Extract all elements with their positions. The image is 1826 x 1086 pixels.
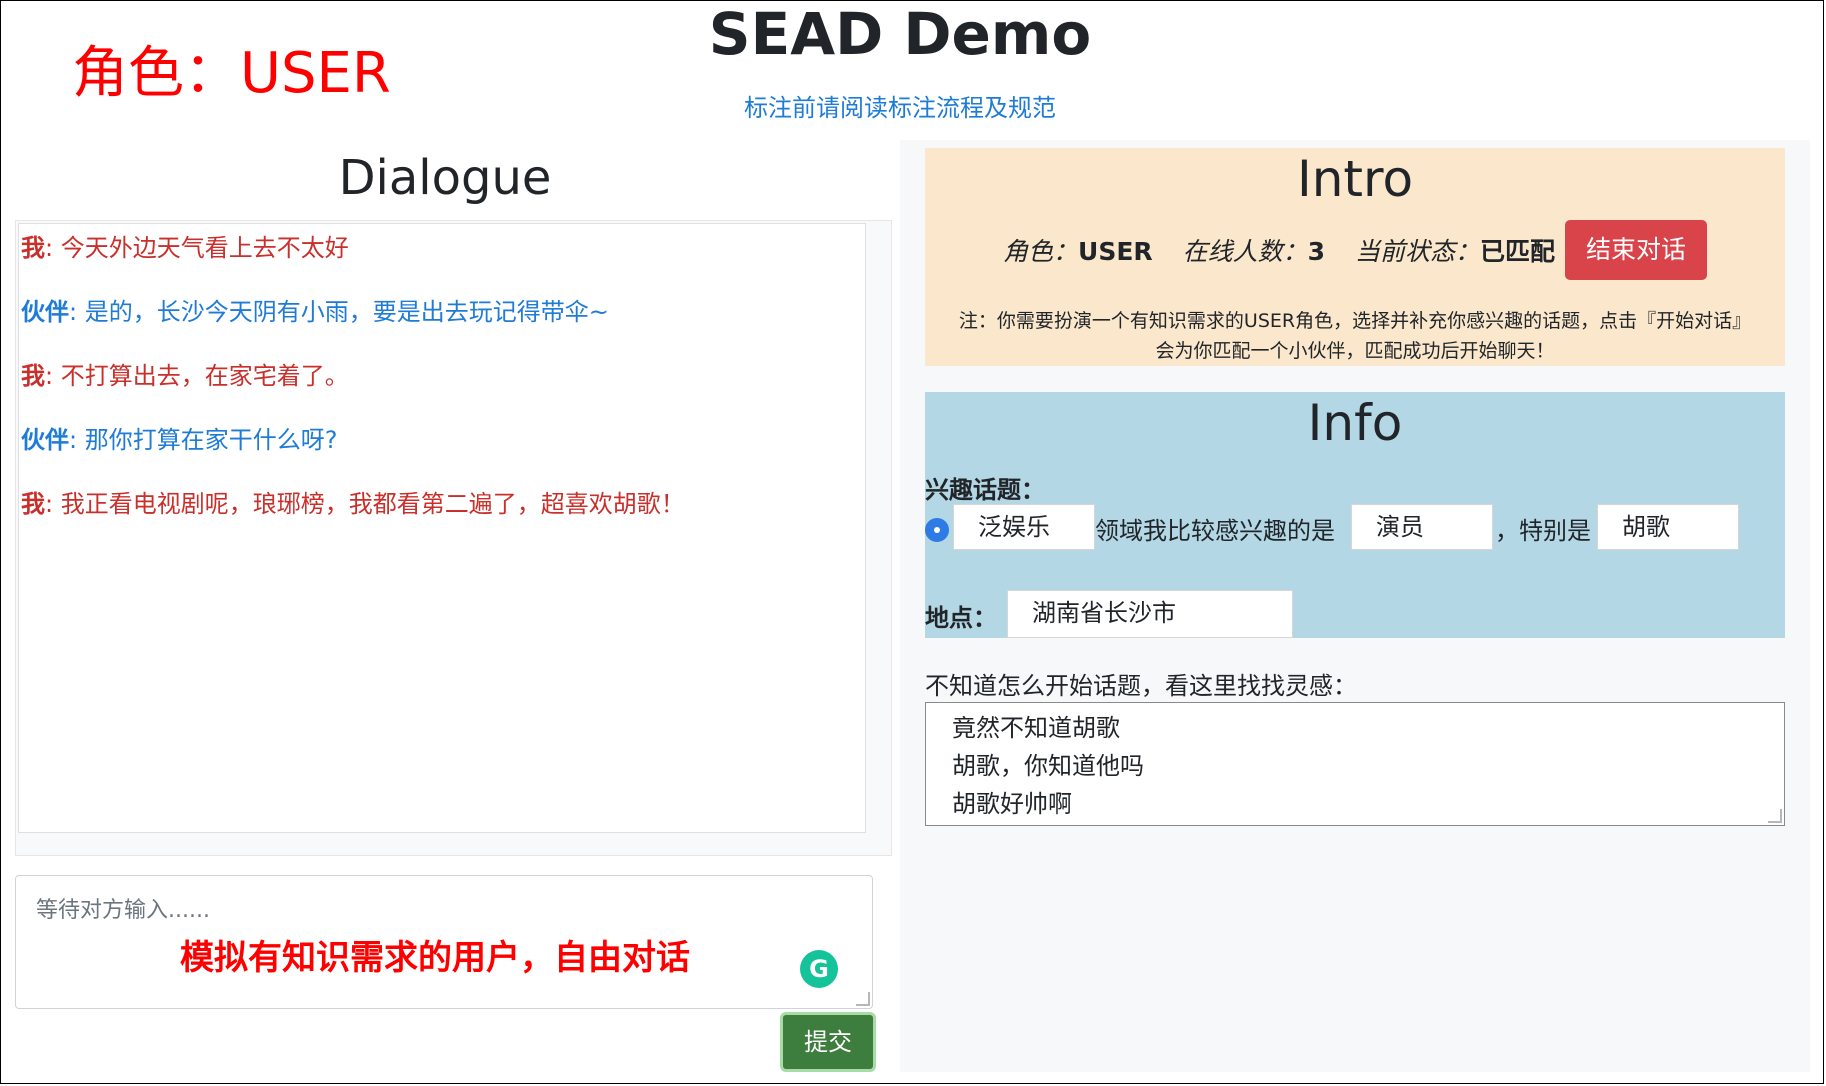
info-title: Info <box>1307 394 1403 452</box>
hint-label: 不知道怎么开始话题，看这里找找灵感： <box>925 672 1357 700</box>
message-speaker: 伙伴 <box>21 426 69 454</box>
intro-panel: Intro 角色：USER 在线人数：3 当前状态：已匹配 结束对话 注：你需要… <box>925 148 1785 366</box>
message-speaker: 伙伴 <box>21 298 69 326</box>
message-text: : 那你打算在家干什么呀? <box>69 426 338 454</box>
entity-field[interactable]: 胡歌 <box>1597 504 1739 550</box>
page-title: SEAD Demo <box>708 0 1092 68</box>
message-text: : 不打算出去，在家宅着了。 <box>45 362 349 390</box>
category-field[interactable]: 演员 <box>1351 504 1493 550</box>
end-dialogue-button[interactable]: 结束对话 <box>1565 220 1707 280</box>
hint-line: 竟然不知道胡歌 <box>952 714 1120 742</box>
hint-line: 胡歌好帅啊 <box>952 790 1072 818</box>
intro-note: 注：你需要扮演一个有知识需求的USER角色，选择并补充你感兴趣的话题，点击『开始… <box>925 306 1785 366</box>
message-item: 伙伴: 是的，长沙今天阴有小雨，要是出去玩记得带伞~ <box>21 296 865 328</box>
interest-sentence-text: 领域我比较感兴趣的是 <box>1095 517 1335 545</box>
role-value: USER <box>1078 237 1153 266</box>
hint-line: 胡歌，你知道他吗 <box>952 752 1144 780</box>
message-input-placeholder: 等待对方输入...... <box>36 898 210 923</box>
guide-link[interactable]: 标注前请阅读标注流程及规范 <box>0 88 1800 123</box>
status-row: 角色：USER 在线人数：3 当前状态：已匹配 <box>1003 232 1577 268</box>
submit-button[interactable]: 提交 <box>780 1012 876 1072</box>
message-item: 我: 今天外边天气看上去不太好 <box>21 232 865 264</box>
dialogue-panel: 我: 今天外边天气看上去不太好 伙伴: 是的，长沙今天阴有小雨，要是出去玩记得带… <box>15 220 892 856</box>
dialogue-history[interactable]: 我: 今天外边天气看上去不太好 伙伴: 是的，长沙今天阴有小雨，要是出去玩记得带… <box>18 223 866 833</box>
message-text: : 我正看电视剧呢，琅琊榜，我都看第二遍了，超喜欢胡歌！ <box>45 490 685 518</box>
message-speaker: 我 <box>21 362 45 390</box>
intro-note-line: 注：你需要扮演一个有知识需求的USER角色，选择并补充你感兴趣的话题，点击『开始… <box>958 310 1752 332</box>
message-speaker: 我 <box>21 234 45 262</box>
intro-title: Intro <box>1296 150 1414 208</box>
resize-handle-icon[interactable] <box>1768 809 1782 823</box>
online-label: 在线人数： <box>1182 237 1308 266</box>
info-panel: Info 兴趣话题： 泛娱乐 领域我比较感兴趣的是 演员 ，特别是 胡歌 地点：… <box>925 392 1785 638</box>
message-item: 我: 不打算出去，在家宅着了。 <box>21 360 865 392</box>
hint-textarea[interactable]: 竟然不知道胡歌 胡歌，你知道他吗 胡歌好帅啊 <box>925 702 1785 826</box>
location-field[interactable]: 湖南省长沙市 <box>1007 590 1293 638</box>
domain-field[interactable]: 泛娱乐 <box>953 504 1095 550</box>
state-label: 当前状态： <box>1354 237 1480 266</box>
role-label: 角色： <box>1003 237 1079 266</box>
message-speaker: 我 <box>21 490 45 518</box>
interest-label: 兴趣话题： <box>925 476 1045 504</box>
message-text: : 今天外边天气看上去不太好 <box>45 234 349 262</box>
interest-radio[interactable] <box>925 518 949 542</box>
annotation-overlay: 模拟有知识需求的用户，自由对话 <box>180 938 690 978</box>
interest-special-text: ，特别是 <box>1495 517 1591 545</box>
intro-note-line: 会为你匹配一个小伙伴，匹配成功后开始聊天！ <box>1155 340 1555 362</box>
message-item: 我: 我正看电视剧呢，琅琊榜，我都看第二遍了，超喜欢胡歌！ <box>21 488 865 520</box>
resize-handle-icon[interactable] <box>856 992 870 1006</box>
state-value: 已匹配 <box>1480 237 1556 266</box>
grammarly-icon[interactable]: G <box>800 950 838 988</box>
message-item: 伙伴: 那你打算在家干什么呀? <box>21 424 865 456</box>
message-text: : 是的，长沙今天阴有小雨，要是出去玩记得带伞~ <box>69 298 609 326</box>
dialogue-title: Dialogue <box>338 150 552 206</box>
location-label: 地点： <box>925 604 997 632</box>
online-count: 3 <box>1307 237 1326 266</box>
